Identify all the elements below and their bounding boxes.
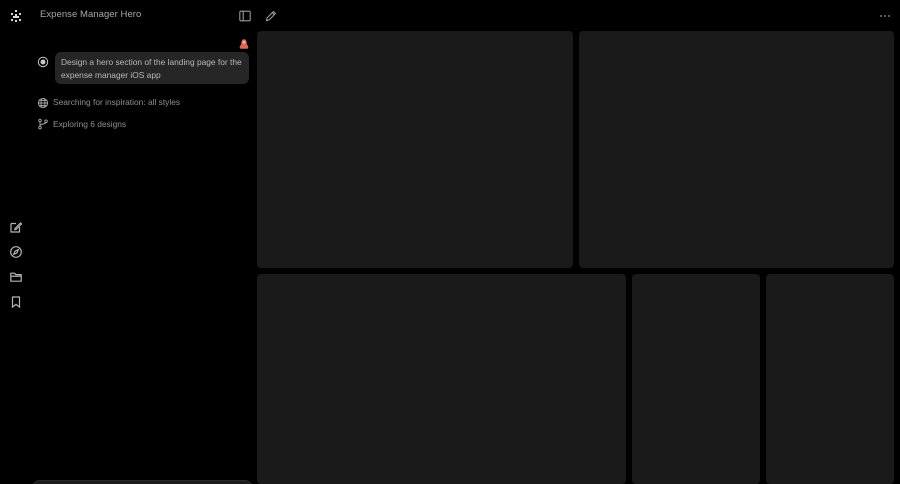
edit-icon xyxy=(10,222,23,233)
user-avatar xyxy=(238,38,250,50)
ellipsis-icon xyxy=(880,15,890,17)
branch-icon xyxy=(37,118,49,130)
new-design-button[interactable] xyxy=(8,219,24,235)
app-window: Expense Manager Hero Design a hero secti… xyxy=(0,0,900,484)
sidebar-toggle-icon xyxy=(239,10,251,22)
globe-icon xyxy=(37,97,49,109)
message-composer[interactable] xyxy=(32,480,253,484)
search-inspiration-status: Searching for inspiration: all styles xyxy=(53,97,181,107)
exploring-designs-status: Exploring 6 designs xyxy=(53,119,127,129)
app-logo-icon[interactable] xyxy=(8,8,24,24)
pencil-icon xyxy=(265,10,277,22)
compass-icon xyxy=(10,246,22,258)
more-options-button[interactable] xyxy=(877,8,893,24)
compose-button[interactable] xyxy=(263,8,279,24)
explore-button[interactable] xyxy=(8,244,24,260)
design-tile-5[interactable] xyxy=(766,274,894,484)
prompt-icon xyxy=(37,56,49,68)
design-tile-4[interactable] xyxy=(632,274,760,484)
folder-icon xyxy=(10,272,22,282)
bookmark-icon xyxy=(11,296,21,309)
saved-button[interactable] xyxy=(8,294,24,310)
toggle-sidebar-button[interactable] xyxy=(237,8,253,24)
design-tile-2[interactable] xyxy=(579,31,894,268)
user-prompt-message: Design a hero section of the landing pag… xyxy=(55,52,249,84)
project-title: Expense Manager Hero xyxy=(40,9,142,20)
design-tile-1[interactable] xyxy=(257,31,573,268)
projects-button[interactable] xyxy=(8,269,24,285)
design-tile-3[interactable] xyxy=(257,274,626,484)
